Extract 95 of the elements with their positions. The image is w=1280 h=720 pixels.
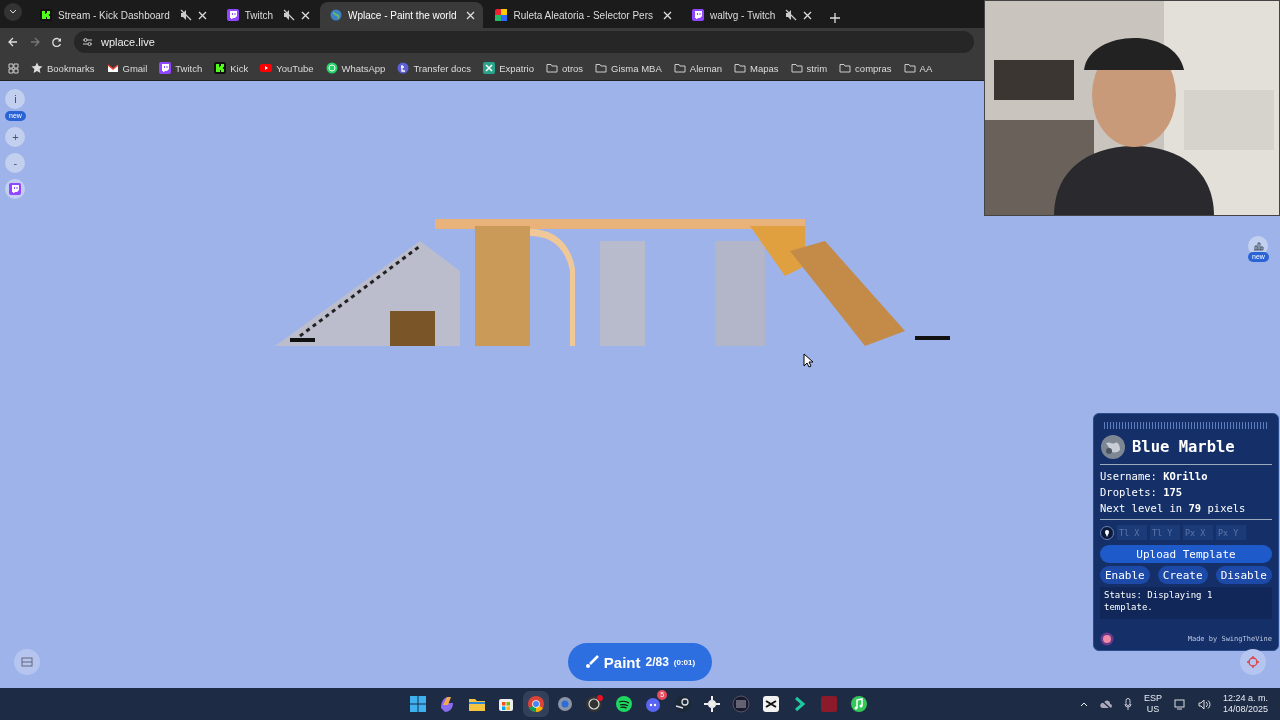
folder-icon xyxy=(734,62,746,74)
bookmark-item[interactable]: YouTube xyxy=(260,62,314,74)
status-text: Status: Displaying 1 template. xyxy=(1100,587,1272,619)
taskbar-app-icon[interactable] xyxy=(701,694,722,714)
browser-tab[interactable]: Wplace - Paint the world xyxy=(320,2,484,28)
forward-arrow-icon[interactable] xyxy=(30,37,40,47)
target-icon xyxy=(1247,656,1259,668)
bookmark-favicon-icon xyxy=(397,62,410,74)
speaker-icon[interactable] xyxy=(1197,698,1211,710)
browser-tab[interactable]: Stream - Kick Dashboard xyxy=(30,2,215,28)
bar-chart-icon xyxy=(1252,241,1264,251)
muted-speaker-icon[interactable] xyxy=(283,9,296,21)
reload-icon[interactable] xyxy=(52,37,62,47)
bookmark-item[interactable]: Transfer docs xyxy=(397,62,472,74)
folder-icon xyxy=(546,62,558,74)
close-icon[interactable] xyxy=(197,10,207,20)
browser-tab[interactable]: waltvg - Twitch xyxy=(681,2,821,28)
template-button[interactable]: Create xyxy=(1157,566,1208,584)
cursor-icon xyxy=(803,353,813,368)
taskbar-app-icon[interactable] xyxy=(613,694,634,714)
chevron-up-icon[interactable] xyxy=(1079,701,1088,707)
panel-title: Blue Marble xyxy=(1132,438,1235,456)
info-button[interactable]: i xyxy=(5,89,26,109)
bookmark-item[interactable]: Expatrio xyxy=(483,62,534,74)
bookmark-item[interactable]: WhatsApp xyxy=(325,62,386,74)
stat-line: Droplets: 175 xyxy=(1100,485,1184,500)
layers-icon xyxy=(21,657,33,667)
clock[interactable]: 12:24 a. m. 14/08/2025 xyxy=(1222,693,1268,715)
brush-icon xyxy=(584,655,599,669)
paint-button[interactable]: Paint 2/83 (0:01) xyxy=(568,643,712,681)
close-icon[interactable] xyxy=(803,10,813,20)
apps-grid-icon[interactable] xyxy=(8,62,19,74)
tab-favicon-icon xyxy=(40,9,52,21)
bookmark-item[interactable]: Kick xyxy=(214,62,249,74)
taskbar-app-icon[interactable] xyxy=(525,694,546,714)
taskbar-app-icon[interactable] xyxy=(848,694,869,714)
upload-template-button[interactable]: Upload Template xyxy=(1100,545,1272,563)
back-arrow-icon[interactable] xyxy=(8,37,18,47)
template-button[interactable]: Disable xyxy=(1215,566,1272,584)
map-canvas[interactable] xyxy=(0,81,1280,688)
folder-icon xyxy=(839,62,852,74)
bookmark-favicon-icon xyxy=(214,62,227,74)
bookmark-item[interactable]: Bookmarks xyxy=(31,62,95,74)
close-icon[interactable] xyxy=(662,10,672,20)
folder-icon xyxy=(903,62,916,74)
bookmark-item[interactable]: AA xyxy=(903,62,933,74)
twitch-button[interactable] xyxy=(5,179,26,199)
bookmark-item[interactable]: Mapas xyxy=(734,62,779,74)
zoom-button[interactable]: - xyxy=(5,153,26,173)
microphone-icon[interactable] xyxy=(1123,698,1132,710)
tab-favicon-icon xyxy=(495,9,508,21)
tab-favicon-icon xyxy=(226,9,239,21)
bookmark-favicon-icon xyxy=(483,62,496,74)
tab-favicon-icon xyxy=(691,9,704,21)
twitch-icon xyxy=(9,183,22,195)
bookmark-item[interactable]: Twitch xyxy=(159,62,203,74)
bookmark-favicon-icon xyxy=(106,62,119,74)
location-button[interactable] xyxy=(1240,649,1266,675)
bookmark-favicon-icon xyxy=(159,62,172,74)
bookmark-item[interactable]: otros xyxy=(546,62,584,74)
close-icon[interactable] xyxy=(301,10,311,20)
star-icon xyxy=(31,62,43,74)
muted-speaker-icon[interactable] xyxy=(179,9,192,21)
close-icon[interactable] xyxy=(466,10,476,20)
earth-icon xyxy=(1100,434,1126,460)
site-settings-icon[interactable] xyxy=(82,37,93,47)
folder-icon xyxy=(595,62,608,74)
taskbar-app-icon[interactable] xyxy=(408,694,428,714)
language-indicator[interactable]: ESP US xyxy=(1143,693,1162,715)
bookmark-item[interactable]: Gmail xyxy=(106,62,148,74)
taskbar-app-icon[interactable] xyxy=(584,694,605,714)
bookmark-favicon-icon xyxy=(325,62,338,74)
bookmark-item[interactable]: strim xyxy=(790,62,828,74)
folder-icon xyxy=(673,62,686,74)
network-icon[interactable] xyxy=(1173,698,1186,710)
bookmark-item[interactable]: compras xyxy=(839,62,892,74)
chevron-icon xyxy=(9,8,17,15)
location-pin-icon[interactable] xyxy=(1100,525,1114,540)
stat-line: Next level in 79 pixels xyxy=(1100,501,1247,516)
browser-tab[interactable]: Twitch xyxy=(216,2,319,28)
bookmark-item[interactable]: Gisma MBA xyxy=(595,62,662,74)
template-button[interactable]: Enable xyxy=(1100,566,1150,584)
folder-icon xyxy=(790,62,803,74)
stat-line: Username: KOrillo xyxy=(1100,469,1209,484)
muted-speaker-icon[interactable] xyxy=(785,9,798,21)
cloud-off-icon[interactable] xyxy=(1099,699,1112,709)
new-tab-icon[interactable] xyxy=(830,13,841,23)
address-bar[interactable]: wplace.live xyxy=(74,31,974,53)
bookmark-favicon-icon xyxy=(260,62,273,74)
zoom-button[interactable]: + xyxy=(5,127,26,147)
browser-tab[interactable]: Ruleta Aleatoria - Selector Pers xyxy=(485,2,680,28)
bookmark-item[interactable]: Aleman xyxy=(673,62,722,74)
taskbar-app-icon[interactable] xyxy=(672,694,693,714)
taskbar-app-icon[interactable] xyxy=(760,694,781,714)
tab-favicon-icon xyxy=(330,9,343,21)
